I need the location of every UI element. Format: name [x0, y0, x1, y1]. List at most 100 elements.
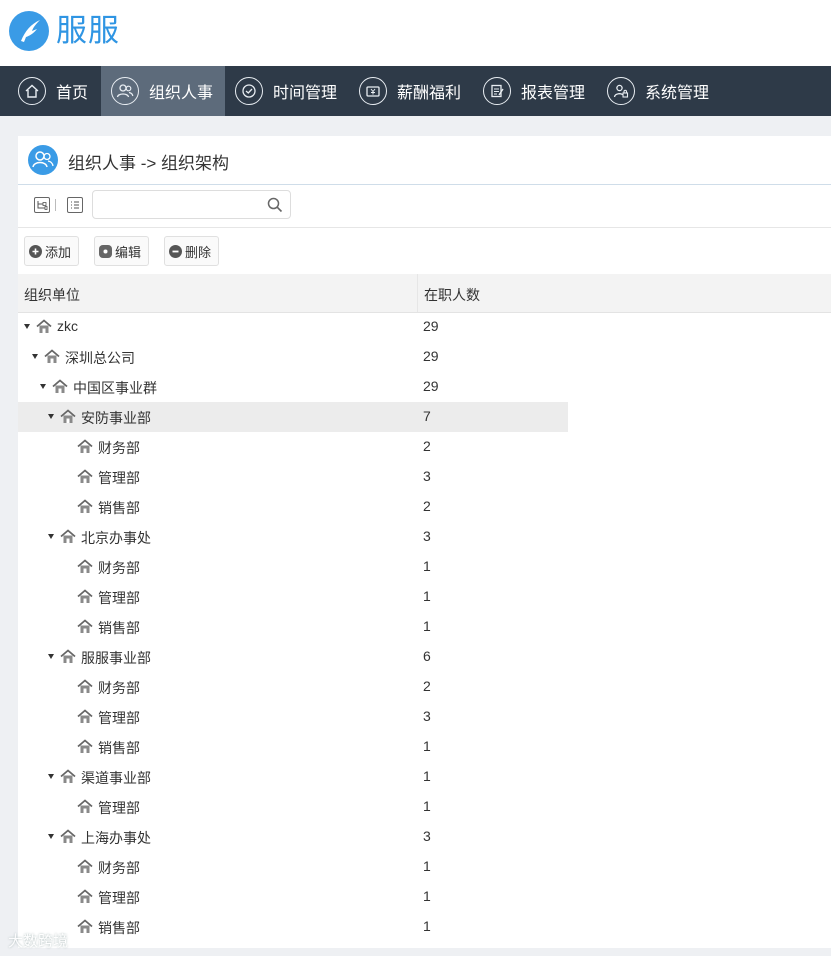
nav-item-home[interactable]: 首页 — [0, 66, 101, 116]
add-icon — [29, 244, 42, 258]
org-structure-panel: 组织人事 -> 组织架构 添加 编辑 删除 组织单位 在职人数 zkc 29 深… — [18, 136, 831, 948]
nav-item-label: 薪酬福利 — [397, 85, 462, 102]
org-unit-name: 财务部 — [98, 680, 140, 696]
org-unit-icon — [77, 559, 93, 574]
org-unit-name: 销售部 — [98, 620, 140, 636]
tree-row[interactable]: 深圳总公司 29 — [18, 342, 831, 372]
headcount-value: 29 — [423, 378, 439, 394]
column-header-headcount[interactable]: 在职人数 — [424, 285, 480, 305]
expand-toggle-icon[interactable] — [48, 774, 54, 779]
headcount-value: 3 — [423, 528, 431, 544]
expand-toggle-icon[interactable] — [24, 324, 30, 329]
headcount-value: 2 — [423, 438, 431, 454]
headcount-value: 29 — [423, 348, 439, 364]
tree-row[interactable]: 服服事业部 6 — [18, 642, 831, 672]
panel-header: 组织人事 -> 组织架构 — [18, 136, 831, 185]
tree-row[interactable]: 管理部 1 — [18, 582, 831, 612]
expand-toggle-icon[interactable] — [32, 354, 38, 359]
expand-toggle-icon[interactable] — [40, 384, 46, 389]
org-unit-name: 管理部 — [98, 890, 140, 906]
headcount-value: 1 — [423, 918, 431, 934]
add-button[interactable]: 添加 — [24, 236, 80, 266]
headcount-value: 3 — [423, 708, 431, 724]
delete-label: 删除 — [185, 244, 212, 260]
org-unit-name: 财务部 — [98, 440, 140, 456]
tree-row[interactable]: 安防事业部 7 — [18, 402, 831, 432]
tree-row[interactable]: 北京办事处 3 — [18, 522, 831, 552]
page-title: 组织人事 -> 组织架构 — [68, 154, 230, 173]
nav-item-payroll[interactable]: 薪酬福利 — [349, 66, 473, 116]
watermark: 大数跨境 — [8, 933, 69, 950]
tree-row[interactable]: 销售部 1 — [18, 612, 831, 642]
org-unit-name: 北京办事处 — [81, 530, 151, 546]
tree-row[interactable]: 销售部 1 — [18, 732, 831, 762]
expand-toggle-icon[interactable] — [48, 414, 54, 419]
org-unit-icon — [77, 469, 93, 484]
search-icon[interactable] — [267, 197, 283, 218]
search-box — [92, 190, 291, 219]
nav-item-reports[interactable]: 报表管理 — [473, 66, 597, 116]
tree-row[interactable]: 上海办事处 3 — [18, 822, 831, 852]
org-unit-name: 销售部 — [98, 920, 140, 936]
headcount-value: 3 — [423, 828, 431, 844]
org-unit-icon — [60, 829, 76, 844]
people-icon — [28, 145, 58, 175]
org-unit-name: 管理部 — [98, 800, 140, 816]
minus-icon — [169, 244, 182, 258]
nav-item-time[interactable]: 时间管理 — [225, 66, 349, 116]
gear-icon — [99, 244, 112, 258]
tree-row[interactable]: 渠道事业部 1 — [18, 762, 831, 792]
search-input[interactable] — [99, 192, 268, 219]
tree-row[interactable]: 管理部 3 — [18, 462, 831, 492]
org-unit-icon — [77, 619, 93, 634]
org-unit-name: 服服事业部 — [81, 650, 151, 666]
tree-row[interactable]: 财务部 2 — [18, 672, 831, 702]
headcount-value: 1 — [423, 738, 431, 754]
org-unit-name: 管理部 — [98, 710, 140, 726]
headcount-value: 1 — [423, 798, 431, 814]
org-unit-name: 安防事业部 — [81, 410, 151, 426]
org-unit-icon — [36, 319, 52, 334]
tree-row[interactable]: 管理部 1 — [18, 882, 831, 912]
expand-toggle-icon[interactable] — [48, 654, 54, 659]
nav-item-label: 组织人事 — [149, 85, 214, 102]
tree-row[interactable]: 财务部 1 — [18, 852, 831, 882]
nav-item-label: 报表管理 — [521, 85, 586, 102]
nav-item-label: 时间管理 — [273, 85, 338, 102]
grid-header: 组织单位 在职人数 — [18, 274, 831, 313]
headcount-value: 1 — [423, 768, 431, 784]
expand-toggle-icon[interactable] — [48, 834, 54, 839]
org-unit-name: 深圳总公司 — [65, 350, 135, 366]
tree-row[interactable]: 销售部 1 — [18, 912, 831, 942]
org-unit-name: 财务部 — [98, 860, 140, 876]
app-header: 服服 — [0, 0, 831, 66]
report-icon — [483, 77, 511, 105]
tree-row[interactable]: 管理部 3 — [18, 702, 831, 732]
org-unit-name: 管理部 — [98, 470, 140, 486]
nav-item-label: 系统管理 — [645, 85, 710, 102]
delete-button[interactable]: 删除 — [164, 236, 220, 266]
tree-view-icon[interactable] — [34, 197, 50, 213]
tree-row[interactable]: 管理部 1 — [18, 792, 831, 822]
view-toolbar — [18, 185, 831, 228]
nav-item-system[interactable]: 系统管理 — [597, 66, 721, 116]
headcount-value: 2 — [423, 678, 431, 694]
nav-item-org-hr[interactable]: 组织人事 — [101, 66, 225, 116]
tree-row[interactable]: 销售部 2 — [18, 492, 831, 522]
headcount-value: 1 — [423, 888, 431, 904]
column-divider[interactable] — [417, 274, 418, 312]
org-unit-icon — [77, 919, 93, 934]
headcount-value: 6 — [423, 648, 431, 664]
tree-row[interactable]: 中国区事业群 29 — [18, 372, 831, 402]
home-icon — [18, 77, 46, 105]
column-header-org-unit[interactable]: 组织单位 — [24, 285, 80, 305]
list-view-icon[interactable] — [67, 197, 83, 213]
edit-button[interactable]: 编辑 — [94, 236, 150, 266]
tree-row[interactable]: 财务部 1 — [18, 552, 831, 582]
action-toolbar: 添加 编辑 删除 — [18, 228, 831, 274]
tree-row[interactable]: 财务部 2 — [18, 432, 831, 462]
tree-row[interactable]: zkc 29 — [18, 312, 831, 342]
org-unit-icon — [60, 529, 76, 544]
org-unit-icon — [77, 589, 93, 604]
expand-toggle-icon[interactable] — [48, 534, 54, 539]
